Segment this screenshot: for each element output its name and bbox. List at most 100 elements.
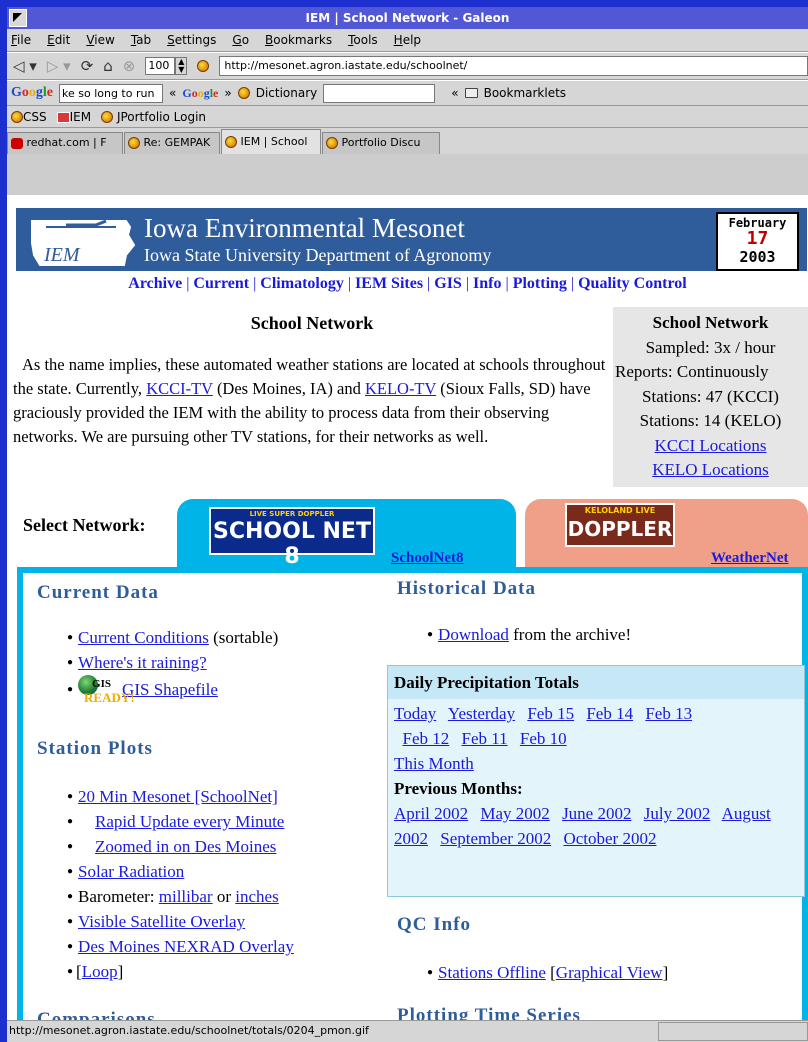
zoom-input[interactable]: 100 xyxy=(145,57,176,75)
nav-quality-control[interactable]: Quality Control xyxy=(578,275,687,292)
menu-view[interactable]: View xyxy=(86,33,114,47)
precip-month-link[interactable]: June 2002 xyxy=(562,804,631,823)
download-link[interactable]: Download xyxy=(438,625,509,644)
google-groups-button[interactable]: » xyxy=(224,86,231,100)
google-groups-logo[interactable]: Google xyxy=(182,86,218,101)
bookmark-iem[interactable]: IEM xyxy=(56,110,91,124)
back-icon[interactable]: ◁ ▾ xyxy=(13,57,37,75)
home-icon[interactable]: ⌂ xyxy=(103,57,113,75)
precip-month-link[interactable]: July 2002 xyxy=(644,804,711,823)
gis-ready-icon[interactable]: GISREADY! xyxy=(78,675,135,705)
solar-radiation-link[interactable]: Solar Radiation xyxy=(78,862,184,881)
google-search-button[interactable]: « xyxy=(169,86,176,100)
tab-schoolnet8[interactable]: LIVE SUPER DOPPLER SCHOOL NET 8 SchoolNet… xyxy=(177,499,516,571)
precip-month-links: April 2002 May 2002 June 2002 July 2002 … xyxy=(394,801,798,851)
stations-offline-link[interactable]: Stations Offline xyxy=(438,963,546,982)
nav-plotting[interactable]: Plotting xyxy=(513,275,567,292)
rapid-update-link[interactable]: Rapid Update every Minute xyxy=(95,812,284,831)
nav-gis[interactable]: GIS xyxy=(434,275,462,292)
dictionary-input[interactable] xyxy=(323,83,436,103)
kcci-locations-link[interactable]: KCCI Locations xyxy=(655,436,767,455)
precip-feb13-link[interactable]: Feb 13 xyxy=(645,704,692,723)
tab-weathernet[interactable]: KELOLAND LIVE DOPPLER WeatherNet xyxy=(525,499,808,571)
zoomed-des-moines-link[interactable]: Zoomed in on Des Moines xyxy=(95,837,276,856)
qc-info-heading: QC Info xyxy=(397,914,472,935)
iowa-map-logo[interactable]: IEM xyxy=(26,215,136,268)
status-progress xyxy=(658,1022,808,1041)
page-content[interactable]: IEM Iowa Environmental Mesonet Iowa Stat… xyxy=(7,195,808,1022)
weathernet-logo[interactable]: KELOLAND LIVE DOPPLER xyxy=(565,503,675,547)
tab-gempak[interactable]: Re: GEMPAK xyxy=(124,132,220,154)
nexrad-overlay-link[interactable]: Des Moines NEXRAD Overlay xyxy=(78,937,294,956)
forward-icon[interactable]: ▷ ▾ xyxy=(47,57,71,75)
precip-month-link[interactable]: September 2002 xyxy=(440,829,551,848)
current-conditions-link[interactable]: Current Conditions xyxy=(78,628,209,647)
nav-archive[interactable]: Archive xyxy=(128,275,182,292)
url-bar[interactable]: http://mesonet.agron.iastate.edu/schooln… xyxy=(219,56,808,76)
download-note: from the archive! xyxy=(508,625,632,644)
nav-current[interactable]: Current xyxy=(193,275,249,292)
menu-tab[interactable]: Tab xyxy=(131,33,151,47)
google-search-input[interactable]: ke so long to run xyxy=(59,83,163,103)
precip-month-link[interactable]: April 2002 xyxy=(394,804,468,823)
site-subtitle: Iowa State University Department of Agro… xyxy=(144,245,492,265)
kelo-locations-link[interactable]: KELO Locations xyxy=(652,460,769,479)
menu-edit[interactable]: Edit xyxy=(47,33,70,47)
tab-portfolio[interactable]: Portfolio Discu xyxy=(322,132,440,154)
tab-redhat[interactable]: redhat.com | F xyxy=(7,132,123,154)
zoom-spinner[interactable]: ▲ ▼ xyxy=(175,57,188,75)
wheres-it-raining-link[interactable]: Where's it raining? xyxy=(78,653,207,672)
loop-link[interactable]: Loop xyxy=(82,962,118,981)
weathernet-logo-text: DOPPLER xyxy=(567,517,673,541)
bookmark-jportfolio[interactable]: JPortfolio Login xyxy=(101,110,206,124)
nav-climatology[interactable]: Climatology xyxy=(260,275,344,292)
precip-month-link[interactable]: May 2002 xyxy=(480,804,549,823)
precip-feb14-link[interactable]: Feb 14 xyxy=(586,704,633,723)
bookmarklets-arrow[interactable]: « xyxy=(451,86,458,100)
precip-today-link[interactable]: Today xyxy=(394,704,436,723)
precip-feb11-link[interactable]: Feb 11 xyxy=(462,729,508,748)
tab-iem-school[interactable]: IEM | School xyxy=(221,129,321,154)
bookmarklets-folder[interactable]: Bookmarklets xyxy=(484,86,566,100)
menu-go[interactable]: Go xyxy=(232,33,249,47)
millibar-link[interactable]: millibar xyxy=(159,887,213,906)
gis-shapefile-link[interactable]: GIS Shapefile xyxy=(122,680,218,699)
stop-icon[interactable]: ⊗ xyxy=(123,57,136,75)
visible-satellite-link[interactable]: Visible Satellite Overlay xyxy=(78,912,245,931)
menu-settings[interactable]: Settings xyxy=(167,33,216,47)
schoolnet8-link[interactable]: SchoolNet8 xyxy=(391,550,464,567)
top-navigation: Archive | Current | Climatology | IEM Si… xyxy=(7,275,808,293)
menu-file[interactable]: File xyxy=(11,33,31,47)
kelo-link[interactable]: KELO-TV xyxy=(365,379,436,398)
bookmark-css-label: CSS xyxy=(23,109,47,124)
nav-separator: | xyxy=(186,275,190,292)
inches-link[interactable]: inches xyxy=(235,887,278,906)
precip-yesterday-link[interactable]: Yesterday xyxy=(448,704,515,723)
precip-this-month-link[interactable]: This Month xyxy=(394,754,474,773)
intro-text-2: (Des Moines, IA) and xyxy=(212,379,365,398)
schoolnet8-logo[interactable]: LIVE SUPER DOPPLER SCHOOL NET 8 xyxy=(209,507,375,569)
precip-feb12-link[interactable]: Feb 12 xyxy=(403,729,450,748)
reload-icon[interactable]: ⟳ xyxy=(81,57,94,75)
weathernet-link[interactable]: WeatherNet xyxy=(711,550,788,567)
station-plots-heading: Station Plots xyxy=(37,738,153,759)
station-plots-list: 20 Min Mesonet [SchoolNet] Rapid Update … xyxy=(67,784,294,984)
nav-separator: | xyxy=(505,275,509,292)
dictionary-link[interactable]: Dictionary xyxy=(256,86,318,100)
kcci-link[interactable]: KCCI-TV xyxy=(146,379,213,398)
precip-month-link[interactable]: October 2002 xyxy=(563,829,656,848)
weathernet-logo-small: KELOLAND LIVE xyxy=(584,506,656,515)
graphical-view-link[interactable]: Graphical View xyxy=(556,963,663,982)
menu-bookmarks[interactable]: Bookmarks xyxy=(265,33,332,47)
window-menu-button[interactable] xyxy=(9,9,27,27)
bookmark-css[interactable]: CSS xyxy=(11,110,47,124)
nav-info[interactable]: Info xyxy=(473,275,501,292)
menu-help[interactable]: Help xyxy=(394,33,421,47)
precip-feb15-link[interactable]: Feb 15 xyxy=(527,704,574,723)
precip-feb10-link[interactable]: Feb 10 xyxy=(520,729,567,748)
folder-icon xyxy=(464,88,478,98)
menu-tools[interactable]: Tools xyxy=(348,33,378,47)
browser-window: IEM | School Network - Galeon File Edit … xyxy=(7,7,808,1042)
nav-iem-sites[interactable]: IEM Sites xyxy=(355,275,423,292)
mesonet-plot-link[interactable]: 20 Min Mesonet [SchoolNet] xyxy=(78,787,278,806)
